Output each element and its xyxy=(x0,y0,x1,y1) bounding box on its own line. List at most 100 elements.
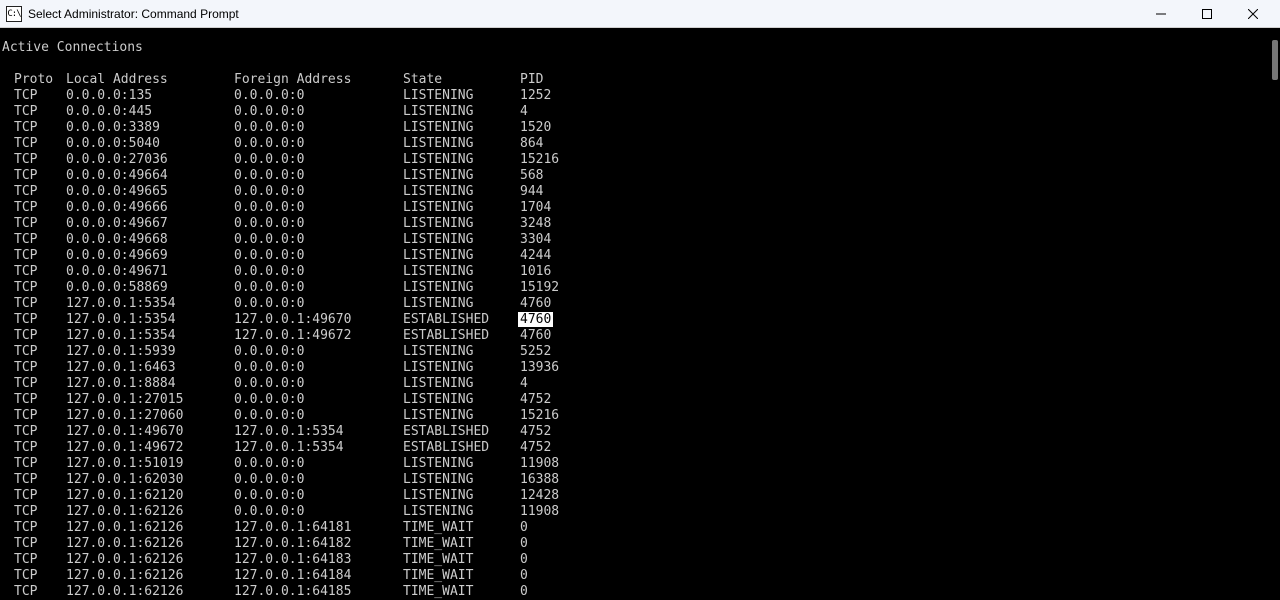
cell-foreign: 0.0.0.0:0 xyxy=(234,472,403,488)
cell-local: 127.0.0.1:6463 xyxy=(66,360,234,376)
close-button[interactable] xyxy=(1230,0,1276,27)
cell-pid: 4 xyxy=(520,376,600,392)
cell-proto: TCP xyxy=(14,360,66,376)
cell-local: 127.0.0.1:8884 xyxy=(66,376,234,392)
cell-state: LISTENING xyxy=(403,200,520,216)
connection-row: TCP127.0.0.1:621260.0.0.0:0LISTENING1190… xyxy=(14,504,1280,520)
cell-state: LISTENING xyxy=(403,456,520,472)
cell-pid: 0 xyxy=(520,584,600,600)
cell-local: 127.0.0.1:5354 xyxy=(66,328,234,344)
cell-foreign: 0.0.0.0:0 xyxy=(234,200,403,216)
connection-row: TCP0.0.0.0:50400.0.0.0:0LISTENING864 xyxy=(14,136,1280,152)
cell-pid: 4752 xyxy=(520,440,600,456)
cell-foreign: 0.0.0.0:0 xyxy=(234,392,403,408)
col-pid: PID xyxy=(520,72,600,88)
cell-proto: TCP xyxy=(14,520,66,536)
cell-pid: 0 xyxy=(520,536,600,552)
connection-row: TCP0.0.0.0:496690.0.0.0:0LISTENING4244 xyxy=(14,248,1280,264)
cell-proto: TCP xyxy=(14,152,66,168)
cell-local: 0.0.0.0:445 xyxy=(66,104,234,120)
cell-proto: TCP xyxy=(14,440,66,456)
cell-foreign: 0.0.0.0:0 xyxy=(234,216,403,232)
connection-row: TCP127.0.0.1:621200.0.0.0:0LISTENING1242… xyxy=(14,488,1280,504)
window-controls xyxy=(1138,0,1276,27)
cell-foreign: 0.0.0.0:0 xyxy=(234,104,403,120)
cell-state: LISTENING xyxy=(403,488,520,504)
cell-proto: TCP xyxy=(14,136,66,152)
cell-proto: TCP xyxy=(14,216,66,232)
cell-pid: 11908 xyxy=(520,456,600,472)
cell-pid: 0 xyxy=(520,568,600,584)
connection-row: TCP0.0.0.0:588690.0.0.0:0LISTENING15192 xyxy=(14,280,1280,296)
cell-foreign: 0.0.0.0:0 xyxy=(234,184,403,200)
cell-local: 0.0.0.0:49664 xyxy=(66,168,234,184)
cell-pid: 15192 xyxy=(520,280,600,296)
cell-proto: TCP xyxy=(14,120,66,136)
cell-proto: TCP xyxy=(14,88,66,104)
col-local: Local Address xyxy=(66,72,234,88)
cell-proto: TCP xyxy=(14,392,66,408)
connection-row: TCP127.0.0.1:49670127.0.0.1:5354ESTABLIS… xyxy=(14,424,1280,440)
cell-foreign: 0.0.0.0:0 xyxy=(234,456,403,472)
cell-local: 127.0.0.1:5354 xyxy=(66,296,234,312)
cell-state: LISTENING xyxy=(403,168,520,184)
col-foreign: Foreign Address xyxy=(234,72,403,88)
cell-pid: 1520 xyxy=(520,120,600,136)
connection-row: TCP127.0.0.1:88840.0.0.0:0LISTENING4 xyxy=(14,376,1280,392)
maximize-button[interactable] xyxy=(1184,0,1230,27)
output-heading: Active Connections xyxy=(0,40,1280,56)
cell-proto: TCP xyxy=(14,248,66,264)
cell-state: LISTENING xyxy=(403,472,520,488)
vertical-scrollbar[interactable] xyxy=(1264,28,1280,600)
cell-foreign: 0.0.0.0:0 xyxy=(234,168,403,184)
cell-pid: 4760 xyxy=(520,312,600,328)
cell-state: ESTABLISHED xyxy=(403,312,520,328)
cell-proto: TCP xyxy=(14,168,66,184)
cell-foreign: 0.0.0.0:0 xyxy=(234,120,403,136)
cell-pid: 4752 xyxy=(520,392,600,408)
cell-local: 127.0.0.1:62126 xyxy=(66,552,234,568)
cell-foreign: 0.0.0.0:0 xyxy=(234,296,403,312)
window-titlebar[interactable]: C:\ Select Administrator: Command Prompt xyxy=(0,0,1280,28)
selected-pid: 4760 xyxy=(518,312,553,327)
table-header-row: ProtoLocal AddressForeign AddressStatePI… xyxy=(14,72,1280,88)
cell-pid: 568 xyxy=(520,168,600,184)
cell-pid: 4760 xyxy=(520,328,600,344)
cell-foreign: 0.0.0.0:0 xyxy=(234,280,403,296)
cell-foreign: 0.0.0.0:0 xyxy=(234,264,403,280)
cell-local: 127.0.0.1:62126 xyxy=(66,536,234,552)
cell-proto: TCP xyxy=(14,568,66,584)
connection-row: TCP0.0.0.0:33890.0.0.0:0LISTENING1520 xyxy=(14,120,1280,136)
col-proto: Proto xyxy=(14,72,66,88)
cell-pid: 4752 xyxy=(520,424,600,440)
cell-proto: TCP xyxy=(14,280,66,296)
cell-proto: TCP xyxy=(14,104,66,120)
cell-foreign: 127.0.0.1:64183 xyxy=(234,552,403,568)
connection-row: TCP127.0.0.1:270150.0.0.0:0LISTENING4752 xyxy=(14,392,1280,408)
cell-state: TIME_WAIT xyxy=(403,584,520,600)
cell-proto: TCP xyxy=(14,408,66,424)
cell-pid: 5252 xyxy=(520,344,600,360)
cell-state: LISTENING xyxy=(403,296,520,312)
cell-local: 127.0.0.1:27015 xyxy=(66,392,234,408)
cell-proto: TCP xyxy=(14,312,66,328)
connection-row: TCP0.0.0.0:496710.0.0.0:0LISTENING1016 xyxy=(14,264,1280,280)
cell-pid: 3248 xyxy=(520,216,600,232)
cell-foreign: 0.0.0.0:0 xyxy=(234,88,403,104)
minimize-button[interactable] xyxy=(1138,0,1184,27)
connection-row: TCP127.0.0.1:620300.0.0.0:0LISTENING1638… xyxy=(14,472,1280,488)
cell-local: 127.0.0.1:62120 xyxy=(66,488,234,504)
cell-local: 127.0.0.1:49670 xyxy=(66,424,234,440)
cell-state: LISTENING xyxy=(403,184,520,200)
cell-local: 127.0.0.1:5354 xyxy=(66,312,234,328)
cell-local: 0.0.0.0:49665 xyxy=(66,184,234,200)
cell-local: 0.0.0.0:49666 xyxy=(66,200,234,216)
cell-proto: TCP xyxy=(14,376,66,392)
cell-local: 127.0.0.1:62126 xyxy=(66,584,234,600)
cell-state: LISTENING xyxy=(403,408,520,424)
cell-local: 0.0.0.0:27036 xyxy=(66,152,234,168)
scroll-thumb[interactable] xyxy=(1272,40,1278,80)
terminal-output[interactable]: Active Connections ProtoLocal AddressFor… xyxy=(0,28,1280,600)
connection-row: TCP127.0.0.1:53540.0.0.0:0LISTENING4760 xyxy=(14,296,1280,312)
cell-foreign: 127.0.0.1:64182 xyxy=(234,536,403,552)
